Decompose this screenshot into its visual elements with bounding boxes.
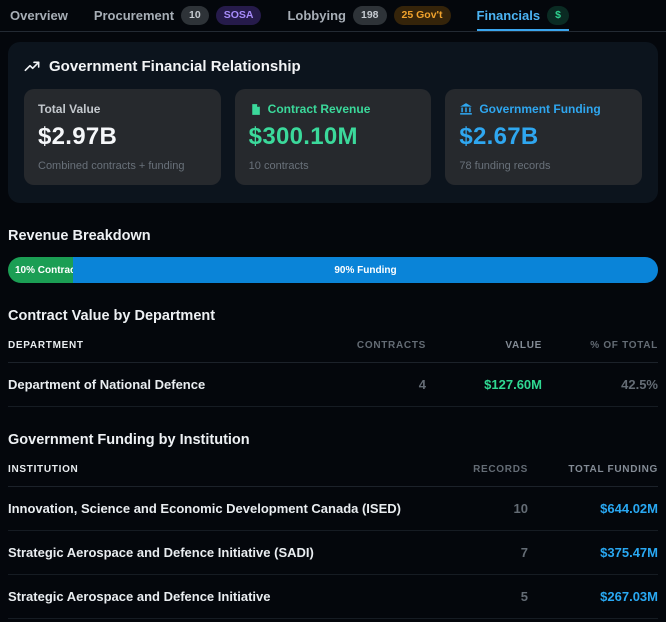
- sosa-badge: SOSA: [216, 6, 262, 25]
- contract-revenue-sub: 10 contracts: [249, 160, 418, 172]
- funding-segment: 90% Funding: [73, 257, 658, 283]
- total-value-sub: Combined contracts + funding: [38, 160, 207, 172]
- tab-procurement[interactable]: Procurement 10 SOSA: [94, 0, 262, 31]
- tab-overview-label: Overview: [10, 8, 68, 23]
- revenue-breakdown-title: Revenue Breakdown: [8, 228, 658, 244]
- tab-overview[interactable]: Overview: [10, 0, 68, 31]
- financial-relationship-panel: Government Financial Relationship Total …: [8, 42, 658, 203]
- col-value: Value: [426, 340, 542, 351]
- total-value-card: Total Value $2.97B Combined contracts + …: [24, 89, 221, 185]
- col-contracts: Contracts: [336, 340, 426, 351]
- contracts-by-department-section: Contract Value by Department Department …: [0, 308, 666, 407]
- bank-icon: [459, 102, 473, 116]
- col-institution: Institution: [8, 464, 408, 475]
- pct-of-total: 42.5%: [542, 377, 658, 392]
- revenue-breakdown-bar: 10% Contracts 90% Funding: [8, 257, 658, 283]
- government-funding-amount: $2.67B: [459, 123, 628, 151]
- stat-cards: Total Value $2.97B Combined contracts + …: [24, 89, 642, 185]
- total-funding-value: $267.03M: [528, 589, 658, 604]
- table-row: Strategic Aerospace and Defence Initiati…: [8, 575, 658, 619]
- panel-header: Government Financial Relationship: [24, 58, 642, 75]
- total-funding-value: $375.47M: [528, 545, 658, 560]
- contracts-table-header: Department Contracts Value % of Total: [8, 324, 658, 363]
- procurement-count-badge: 10: [181, 6, 209, 25]
- contracts-table-title: Contract Value by Department: [8, 308, 658, 324]
- funding-table-header: Institution Records Total Funding: [8, 448, 658, 487]
- contract-value: $127.60M: [426, 377, 542, 392]
- government-funding-card: Government Funding $2.67B 78 funding rec…: [445, 89, 642, 185]
- funding-by-institution-section: Government Funding by Institution Instit…: [0, 432, 666, 619]
- col-records: Records: [408, 464, 528, 475]
- tab-lobbying-label: Lobbying: [287, 8, 346, 23]
- document-icon: [249, 103, 262, 116]
- government-funding-label: Government Funding: [479, 102, 600, 116]
- table-row: Department of National Defence 4 $127.60…: [8, 363, 658, 407]
- government-funding-sub: 78 funding records: [459, 160, 628, 172]
- tab-bar: Overview Procurement 10 SOSA Lobbying 19…: [0, 0, 666, 32]
- col-total-funding: Total Funding: [528, 464, 658, 475]
- department-name: Department of National Defence: [8, 377, 336, 392]
- contract-revenue-label-row: Contract Revenue: [249, 102, 418, 116]
- contract-revenue-card: Contract Revenue $300.10M 10 contracts: [235, 89, 432, 185]
- institution-name: Strategic Aerospace and Defence Initiati…: [8, 589, 408, 604]
- tab-procurement-label: Procurement: [94, 8, 174, 23]
- table-row: Strategic Aerospace and Defence Initiati…: [8, 531, 658, 575]
- lobbying-count-badge: 198: [353, 6, 387, 25]
- contract-revenue-amount: $300.10M: [249, 123, 418, 151]
- col-department: Department: [8, 340, 336, 351]
- tab-lobbying[interactable]: Lobbying 198 25 Gov't: [287, 0, 450, 31]
- panel-title: Government Financial Relationship: [49, 58, 301, 75]
- revenue-breakdown-section: Revenue Breakdown 10% Contracts 90% Fund…: [0, 228, 666, 283]
- funding-table-title: Government Funding by Institution: [8, 432, 658, 448]
- contracts-segment: 10% Contracts: [8, 257, 73, 283]
- col-pct-of-total: % of Total: [542, 340, 658, 351]
- dollar-badge: $: [547, 6, 569, 25]
- contract-revenue-label: Contract Revenue: [268, 102, 371, 116]
- institution-name: Strategic Aerospace and Defence Initiati…: [8, 545, 408, 560]
- institution-name: Innovation, Science and Economic Develop…: [8, 501, 408, 516]
- table-row: Innovation, Science and Economic Develop…: [8, 487, 658, 531]
- records-count: 5: [408, 589, 528, 604]
- total-funding-value: $644.02M: [528, 501, 658, 516]
- total-value-label: Total Value: [38, 102, 207, 116]
- trending-up-icon: [24, 59, 40, 75]
- contracts-count: 4: [336, 377, 426, 392]
- tab-financials[interactable]: Financials $: [477, 0, 569, 31]
- total-value-amount: $2.97B: [38, 123, 207, 151]
- records-count: 7: [408, 545, 528, 560]
- records-count: 10: [408, 501, 528, 516]
- tab-financials-label: Financials: [477, 8, 541, 23]
- govt-count-badge: 25 Gov't: [394, 6, 451, 25]
- government-funding-label-row: Government Funding: [459, 102, 628, 116]
